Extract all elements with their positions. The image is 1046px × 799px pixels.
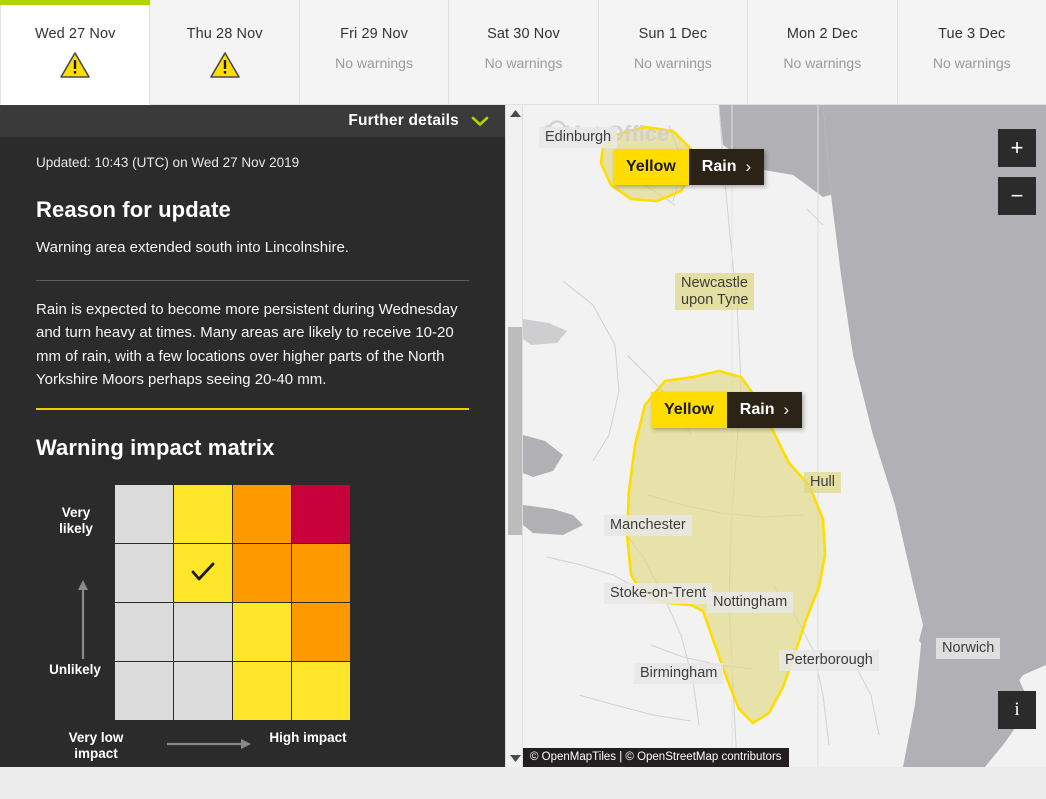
met-office-logo-icon [541,117,571,141]
check-icon [190,562,216,582]
forecast-tab-fri-29-nov[interactable]: Fri 29 Nov No warnings [300,0,449,105]
tab-status-label: No warnings [485,55,563,71]
chevron-right-icon: › [745,157,751,177]
warning-impact-matrix: Very likely Unlikely Very low impact Hig… [36,485,469,765]
forecast-tab-wed-27-nov[interactable]: Wed 27 Nov [0,0,150,105]
matrix-cell-r0-c2 [233,485,291,543]
matrix-cell-r2-c1 [174,603,232,661]
warning-level-label: Yellow [613,149,689,185]
warning-triangle-icon [59,51,91,79]
map-base-layer [523,105,1046,767]
reason-heading: Reason for update [36,197,469,223]
matrix-axis-label-very-likely: Very likely [44,505,108,537]
active-tab-indicator [0,0,150,5]
scroll-up-arrow-icon[interactable] [506,105,524,122]
tab-day-label: Wed 27 Nov [35,26,116,42]
map-attribution: © OpenMapTiles | © OpenStreetMap contrib… [523,748,789,767]
scroll-down-arrow-icon[interactable] [506,750,524,767]
forecast-tab-sun-1-dec[interactable]: Sun 1 Dec No warnings [599,0,748,105]
forecast-tab-mon-2-dec[interactable]: Mon 2 Dec No warnings [748,0,897,105]
impact-matrix-grid [115,485,350,720]
detail-panel-scrollbar[interactable] [505,105,523,767]
matrix-cell-r1-c0 [115,544,173,602]
forecast-tab-sat-30-nov[interactable]: Sat 30 Nov No warnings [449,0,598,105]
weather-warnings-page: Wed 27 Nov Thu 28 Nov Fri 29 Nov No warni… [0,0,1046,799]
forecast-tab-tue-3-dec[interactable]: Tue 3 Dec No warnings [898,0,1046,105]
matrix-axis-label-unlikely: Unlikely [40,662,110,678]
tab-day-label: Sun 1 Dec [639,26,708,42]
matrix-cell-r0-c0 [115,485,173,543]
matrix-cell-r1-c3 [292,544,350,602]
impact-matrix-heading: Warning impact matrix [36,435,469,461]
map-info-button[interactable]: i [998,691,1036,729]
arrow-right-icon [166,738,252,750]
warning-detail-panel: Further details Updated: 10:43 (UTC) on … [0,105,505,767]
warning-badge-1[interactable]: YellowRain› [613,149,764,185]
matrix-axis-label-high-impact: High impact [262,730,354,746]
matrix-cell-r1-c2 [233,544,291,602]
matrix-cell-r0-c1 [174,485,232,543]
divider-grey [36,280,469,281]
warning-body-text: Rain is expected to become more persiste… [36,298,469,391]
updated-timestamp: Updated: 10:43 (UTC) on Wed 27 Nov 2019 [36,155,469,170]
forecast-day-tabs: Wed 27 Nov Thu 28 Nov Fri 29 Nov No warni… [0,0,1046,105]
matrix-cell-r3-c1 [174,662,232,720]
zoom-in-button[interactable]: + [998,129,1036,167]
reason-text: Warning area extended south into Lincoln… [36,239,469,256]
tab-day-label: Mon 2 Dec [787,26,858,42]
matrix-cell-r2-c2 [233,603,291,661]
tab-status-label: No warnings [335,55,413,71]
map-zoom-controls: + − [998,129,1036,225]
matrix-axis-label-very-low-impact: Very low impact [46,730,146,762]
tab-status-label: No warnings [933,55,1011,71]
chevron-right-icon: › [783,400,789,420]
further-details-label: Further details [348,112,459,130]
warning-triangle-icon [209,51,241,79]
matrix-cell-r3-c3 [292,662,350,720]
warning-level-label: Yellow [651,392,727,428]
zoom-out-button[interactable]: − [998,177,1036,215]
matrix-cell-r3-c0 [115,662,173,720]
matrix-cell-r3-c2 [233,662,291,720]
tab-status-label: No warnings [634,55,712,71]
tab-day-label: Thu 28 Nov [187,26,263,42]
warning-type-label[interactable]: Rain› [689,149,764,185]
tab-day-label: Fri 29 Nov [340,26,408,42]
info-icon: i [1014,699,1019,721]
forecast-tab-thu-28-nov[interactable]: Thu 28 Nov [150,0,299,105]
warning-detail-and-map: Further details Updated: 10:43 (UTC) on … [0,105,1046,767]
further-details-toggle[interactable]: Further details [0,105,505,137]
warning-detail-body: Updated: 10:43 (UTC) on Wed 27 Nov 2019 … [0,137,505,765]
tab-day-label: Sat 30 Nov [487,26,560,42]
tab-status-label: No warnings [783,55,861,71]
matrix-cell-r2-c3 [292,603,350,661]
scrollbar-thumb[interactable] [508,327,522,535]
minus-icon: − [1011,183,1024,209]
page-footer [0,767,1046,799]
warnings-map[interactable]: Met Office EdinburghNewcastle upon TyneH… [523,105,1046,767]
warning-badge-2[interactable]: YellowRain› [651,392,802,428]
plus-icon: + [1011,135,1024,161]
chevron-down-icon [471,115,489,127]
arrow-up-icon [77,579,89,661]
warning-type-label[interactable]: Rain› [727,392,802,428]
divider-yellow [36,408,469,410]
matrix-cell-r1-c1 [174,544,232,602]
matrix-cell-r2-c0 [115,603,173,661]
matrix-cell-r0-c3 [292,485,350,543]
tab-day-label: Tue 3 Dec [938,26,1005,42]
